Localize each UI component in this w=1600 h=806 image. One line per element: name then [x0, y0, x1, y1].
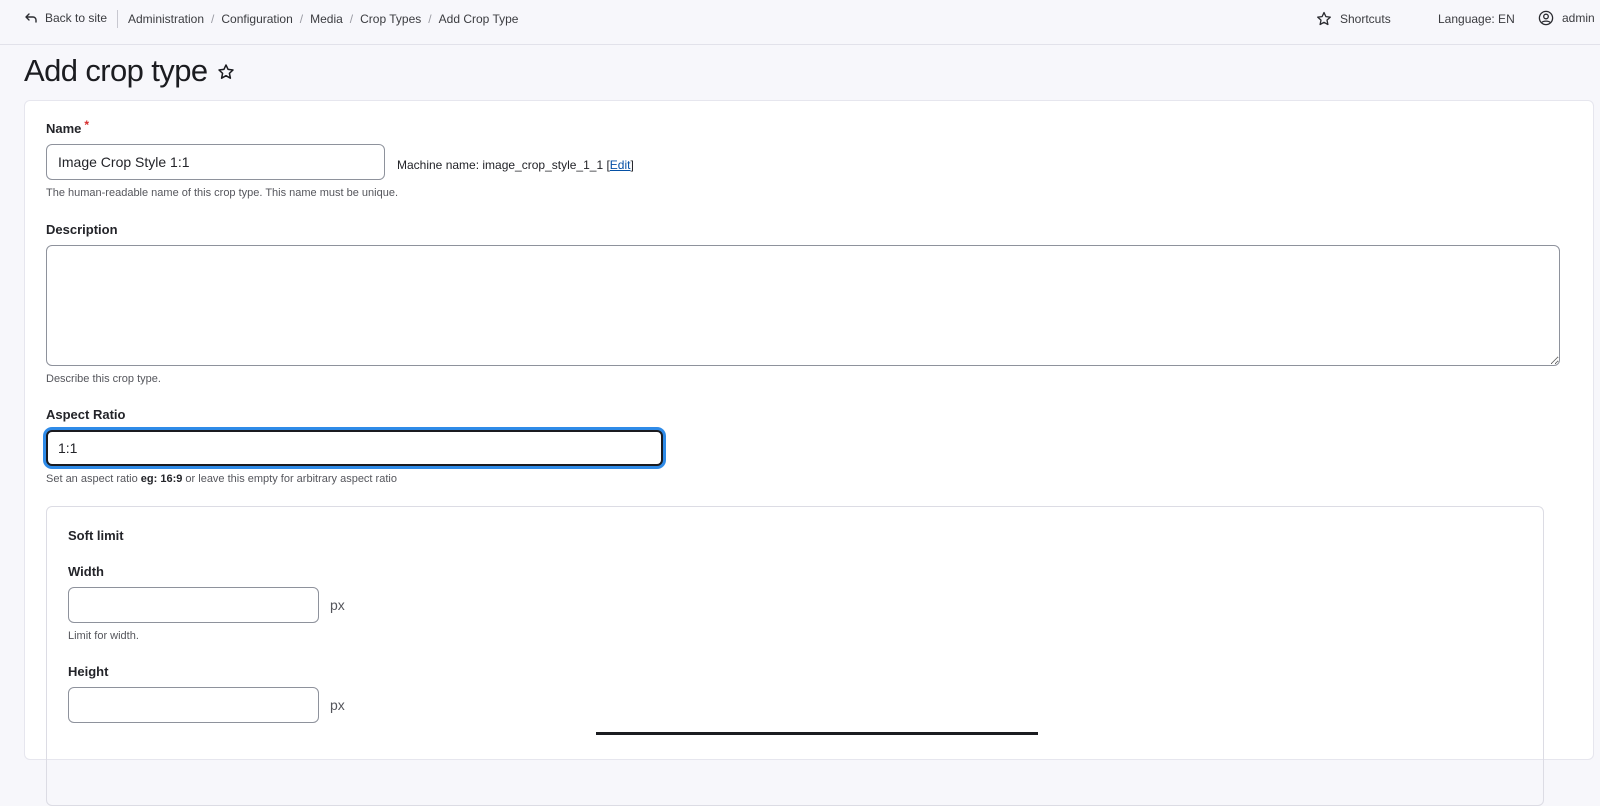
breadcrumb-administration[interactable]: Administration: [128, 12, 204, 26]
shortcuts-button[interactable]: Shortcuts: [1316, 11, 1391, 27]
height-label: Height: [68, 664, 109, 679]
description-textarea[interactable]: [46, 245, 1560, 366]
breadcrumb: Administration / Configuration / Media /…: [128, 12, 518, 26]
back-arrow-icon: [25, 13, 37, 23]
description-label: Description: [46, 222, 118, 237]
back-to-site-link[interactable]: Back to site: [24, 11, 107, 25]
breadcrumb-separator: /: [349, 12, 354, 26]
breadcrumb-separator: /: [428, 12, 432, 26]
name-input[interactable]: [46, 144, 385, 180]
machine-name: Machine name: image_crop_style_1_1 [Edit…: [397, 158, 634, 172]
breadcrumb-current: Add Crop Type: [438, 12, 519, 26]
breadcrumb-media[interactable]: Media: [310, 12, 343, 26]
aspect-ratio-example: eg: 16:9: [140, 473, 183, 485]
language-switcher[interactable]: Language: EN: [1438, 12, 1515, 26]
soft-limit-legend: Soft limit: [68, 528, 124, 543]
star-icon[interactable]: [217, 63, 235, 81]
height-unit: px: [330, 697, 345, 713]
back-to-site-label: Back to site: [45, 11, 108, 25]
description-help: Describe this crop type.: [46, 373, 161, 385]
breadcrumb-configuration[interactable]: Configuration: [221, 12, 292, 26]
toolbar: Back to site Administration / Configurat…: [0, 0, 1600, 45]
required-marker: *: [84, 118, 90, 132]
height-input[interactable]: [68, 687, 319, 723]
breadcrumb-separator: /: [211, 12, 215, 26]
divider: [117, 10, 118, 28]
page-title: Add crop type: [24, 53, 208, 88]
shortcuts-label: Shortcuts: [1340, 12, 1391, 26]
user-menu[interactable]: admin: [1538, 10, 1595, 26]
name-help: The human-readable name of this crop typ…: [46, 187, 398, 199]
star-icon: [1317, 11, 1331, 26]
width-unit: px: [330, 597, 345, 613]
aspect-ratio-input[interactable]: [46, 430, 663, 466]
form-card: Name* Machine name: image_crop_style_1_1…: [24, 100, 1594, 806]
soft-limit-fieldset: Soft limit Width px Limit for width. Hei…: [46, 506, 1544, 806]
name-label: Name *: [46, 118, 90, 136]
aspect-ratio-help: Set an aspect ratio eg: 16:9 or leave th…: [46, 473, 397, 485]
aspect-ratio-label: Aspect Ratio: [46, 407, 126, 422]
page-header: Add crop type: [24, 53, 235, 89]
width-help: Limit for width.: [68, 630, 139, 642]
user-name: admin: [1562, 11, 1595, 25]
breadcrumb-crop-types[interactable]: Crop Types: [360, 12, 421, 26]
width-label: Width: [68, 564, 104, 579]
breadcrumb-separator: /: [299, 12, 304, 26]
width-input[interactable]: [68, 587, 319, 623]
user-avatar-icon: [1538, 10, 1554, 26]
machine-name-edit-link[interactable]: Edit: [610, 158, 631, 172]
